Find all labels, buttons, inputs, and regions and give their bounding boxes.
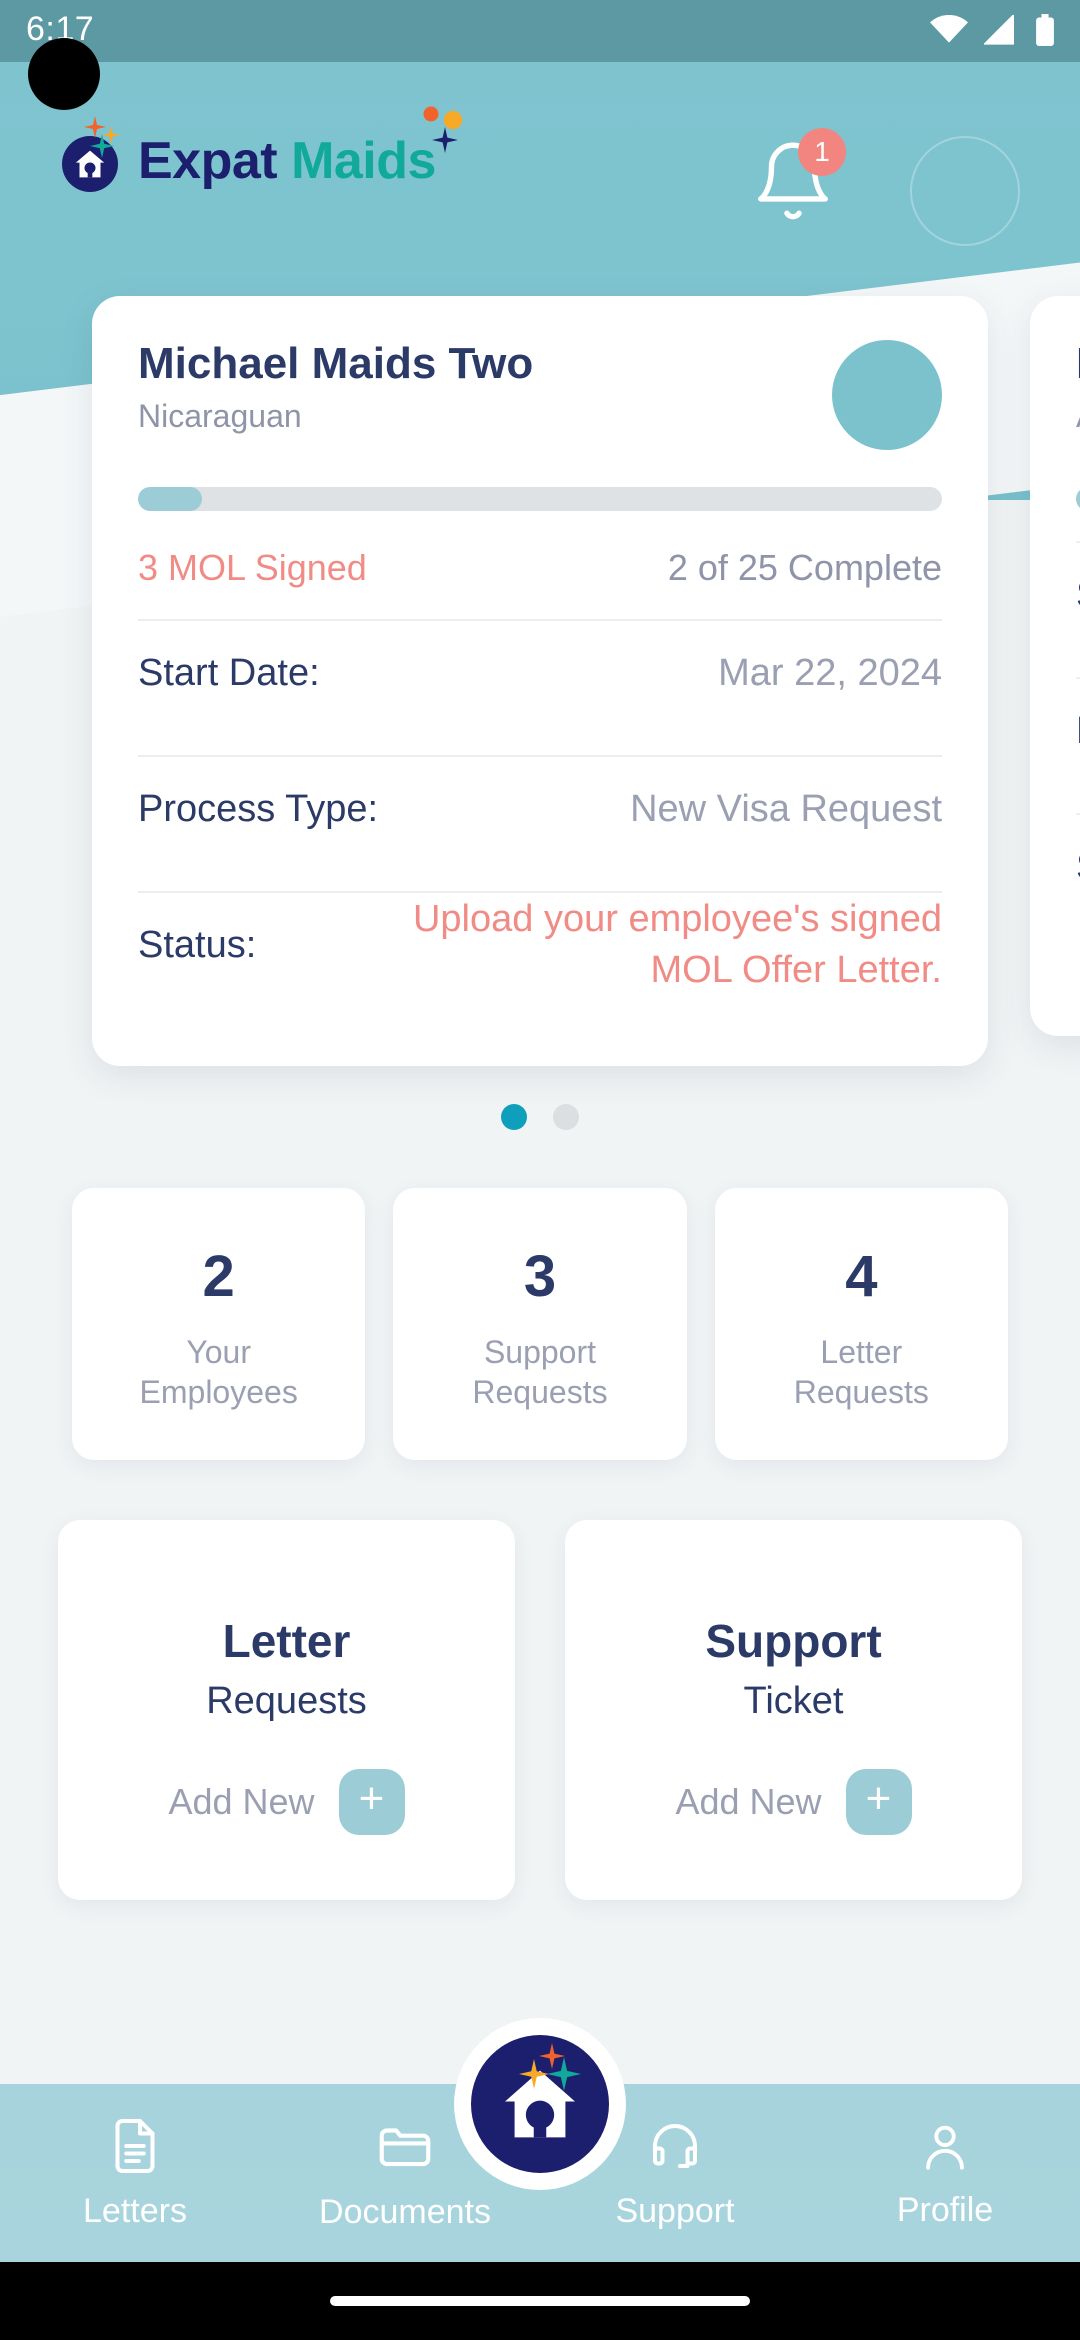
action-card-letter-requests[interactable]: Letter Requests Add New + (58, 1520, 515, 1900)
stat-label-line1: Support (483, 1333, 597, 1370)
nav-label: Letters (83, 2191, 187, 2230)
wifi-icon (930, 14, 968, 50)
action-subtitle: Requests (206, 1680, 367, 1722)
detail-row: S (1076, 543, 1080, 647)
cellular-signal-icon (982, 13, 1018, 50)
nav-label: Profile (896, 2190, 994, 2229)
camera-punch-hole (28, 38, 100, 110)
pagination-dot-2[interactable] (553, 1104, 579, 1130)
status-value: Upload your employee's signed MOL Offer … (412, 898, 942, 992)
nav-label: Documents (319, 2192, 491, 2231)
stat-label: Support Requests (472, 1332, 607, 1412)
stat-number: 3 (523, 1243, 557, 1309)
stat-card-your-employees[interactable]: 2 Your Employees (72, 1188, 366, 1460)
notification-bell-button[interactable]: 1 (750, 128, 846, 228)
progress-bar (138, 487, 942, 512)
brand-wordmark: Expat Maids (138, 135, 436, 187)
detail-key: S (1076, 574, 1080, 617)
detail-row-process-type: Process Type: New Visa Request (138, 757, 942, 861)
stage-label: 3 MOL Signed (138, 547, 367, 589)
stat-label: Letter Requests (794, 1332, 929, 1412)
employee-card-next[interactable]: N A S P S (1030, 296, 1080, 1036)
stat-label-line2: Employees (139, 1373, 298, 1410)
action-cards-row: Letter Requests Add New + Support Ticket… (58, 1520, 1022, 1900)
employee-card[interactable]: Michael Maids Two Nicaraguan 3 MOL Signe… (92, 296, 988, 1066)
progress-bar (1076, 487, 1080, 512)
stat-label-line2: Requests (472, 1373, 608, 1410)
gesture-bar[interactable] (330, 2296, 750, 2306)
app-screen: 6:17 Expat Maids 1 Michael Maids Two Nic… (0, 0, 1080, 2340)
action-subtitle: Ticket (743, 1680, 844, 1722)
detail-row-start-date: Start Date: Mar 22, 2024 (138, 621, 942, 725)
action-card-support-ticket[interactable]: Support Ticket Add New + (565, 1520, 1022, 1900)
nav-item-letters[interactable]: Letters (0, 2116, 270, 2231)
status-icons (930, 13, 1056, 51)
document-lines-icon (115, 2118, 155, 2173)
nav-label: Support (615, 2191, 735, 2230)
avatar-placeholder[interactable] (910, 136, 1020, 246)
plus-icon[interactable]: + (338, 1769, 405, 1835)
stat-label-line2: Requests (793, 1373, 929, 1410)
employee-nationality: Nicaraguan (138, 398, 302, 435)
detail-row: P (1076, 679, 1080, 783)
status-key: S (1076, 846, 1080, 889)
employee-name: Michael Maids Two (138, 339, 534, 388)
detail-key: Process Type: (138, 787, 379, 830)
notification-count-badge: 1 (798, 128, 846, 176)
detail-value: Mar 22, 2024 (718, 651, 942, 694)
employee-nationality: A (1076, 398, 1080, 435)
app-header: Expat Maids 1 (0, 106, 1080, 246)
add-new-label: Add New (675, 1781, 822, 1822)
stat-number: 4 (845, 1243, 878, 1309)
detail-row: S (1076, 815, 1080, 919)
home-fab-button[interactable] (454, 2018, 626, 2190)
action-title: Support (705, 1615, 882, 1667)
add-new-support-ticket-button[interactable]: Add New + (675, 1769, 912, 1835)
brand-word-expat: Expat (138, 132, 278, 190)
stats-row: 2 Your Employees 3 Support Requests 4 Le… (72, 1188, 1008, 1460)
add-new-label: Add New (168, 1781, 315, 1822)
headset-icon (653, 2123, 697, 2168)
brand-logo: Expat Maids (62, 106, 463, 192)
completion-label: 2 of 25 Complete (667, 547, 942, 589)
action-title: Letter (222, 1615, 351, 1667)
employee-card-carousel[interactable]: Michael Maids Two Nicaraguan 3 MOL Signe… (0, 296, 1080, 1076)
carousel-pagination[interactable] (0, 1104, 1080, 1130)
detail-key: Start Date: (138, 651, 320, 694)
plus-icon[interactable]: + (845, 1769, 912, 1835)
status-bar: 6:17 (0, 0, 1080, 62)
stat-number: 2 (202, 1243, 235, 1309)
pagination-dot-1[interactable] (501, 1104, 527, 1130)
brand-word-maids: Maids (291, 132, 436, 190)
stat-label-line1: Your (186, 1333, 251, 1370)
employee-avatar (832, 340, 942, 450)
house-home-icon (471, 2035, 609, 2173)
stat-card-letter-requests[interactable]: 4 Letter Requests (714, 1188, 1008, 1460)
stat-card-support-requests[interactable]: 3 Support Requests (393, 1188, 687, 1460)
battery-icon (1034, 14, 1056, 51)
employee-name: N (1076, 339, 1080, 388)
add-new-letter-request-button[interactable]: Add New + (168, 1769, 405, 1835)
stat-label: Your Employees (140, 1332, 298, 1412)
house-logo-icon (62, 116, 124, 192)
detail-row-status: Status: Upload your employee's signed MO… (138, 893, 942, 997)
detail-key: P (1076, 710, 1080, 753)
person-icon (926, 2125, 964, 2170)
folder-icon (379, 2127, 431, 2166)
stat-label-line1: Letter (820, 1333, 903, 1370)
nav-item-profile[interactable]: Profile (810, 2117, 1080, 2230)
status-key: Status: (138, 923, 257, 966)
detail-value: New Visa Request (630, 787, 942, 830)
